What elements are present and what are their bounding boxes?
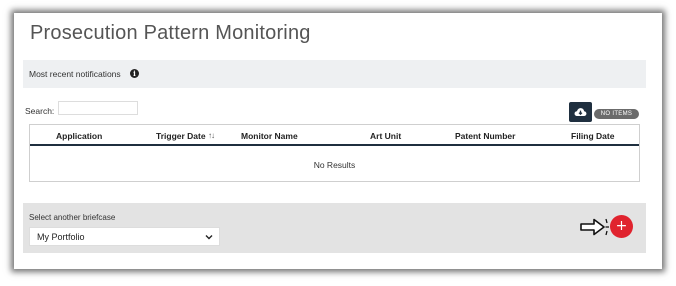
column-header-filing-date[interactable]: Filing Date bbox=[571, 131, 614, 141]
column-header-application[interactable]: Application bbox=[56, 131, 102, 141]
table-header: Application Trigger Date ↑↓ Monitor Name… bbox=[30, 125, 639, 146]
chevron-down-icon bbox=[205, 235, 213, 240]
column-header-art-unit[interactable]: Art Unit bbox=[370, 131, 401, 141]
column-header-monitor-name[interactable]: Monitor Name bbox=[241, 131, 298, 141]
add-monitor-button[interactable]: + bbox=[610, 215, 633, 238]
download-button[interactable] bbox=[569, 102, 592, 122]
info-icon[interactable]: i bbox=[130, 69, 139, 78]
notifications-table: Application Trigger Date ↑↓ Monitor Name… bbox=[29, 124, 640, 182]
pointer-arrow-icon bbox=[580, 218, 609, 236]
briefcase-panel: Select another briefcase My Portfolio bbox=[23, 203, 646, 253]
briefcase-label: Select another briefcase bbox=[29, 213, 116, 222]
plus-icon: + bbox=[615, 218, 628, 234]
search-label: Search: bbox=[25, 106, 55, 116]
notifications-label: Most recent notifications bbox=[29, 69, 121, 79]
page-title: Prosecution Pattern Monitoring bbox=[30, 22, 311, 44]
app-window: Prosecution Pattern Monitoring Most rece… bbox=[14, 13, 662, 269]
items-count-badge: NO ITEMS bbox=[594, 109, 639, 119]
column-header-patent-number[interactable]: Patent Number bbox=[455, 131, 515, 141]
briefcase-select[interactable]: My Portfolio bbox=[29, 227, 220, 246]
search-input[interactable] bbox=[58, 101, 138, 115]
cloud-download-icon bbox=[574, 108, 587, 116]
sort-icon[interactable]: ↑↓ bbox=[208, 131, 215, 140]
briefcase-selected-value: My Portfolio bbox=[37, 232, 85, 242]
empty-table-message: No Results bbox=[313, 160, 356, 170]
column-header-trigger-date[interactable]: Trigger Date bbox=[156, 131, 206, 141]
notifications-bar: Most recent notifications i bbox=[23, 60, 646, 88]
